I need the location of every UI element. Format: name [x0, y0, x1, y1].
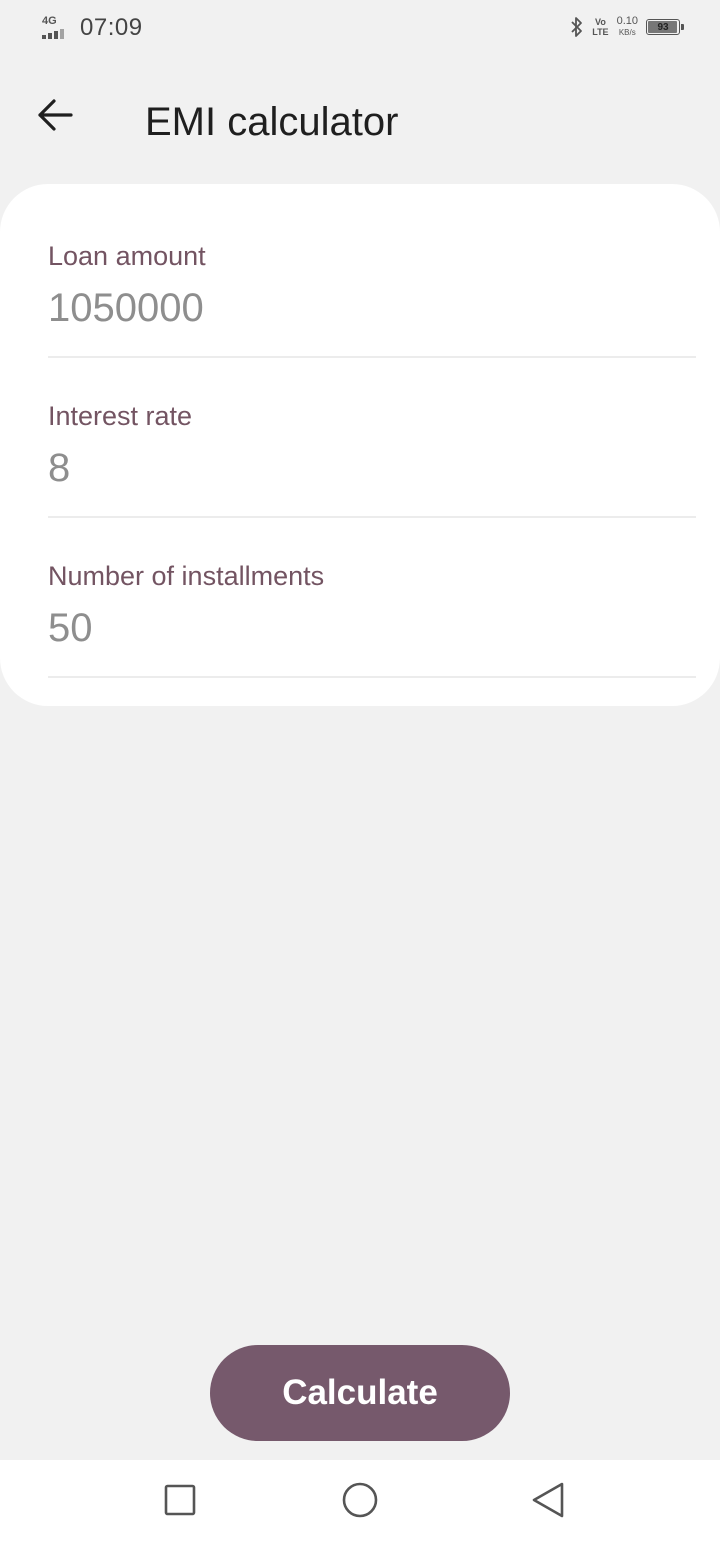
field-divider [48, 676, 696, 678]
battery-icon: 93 [646, 19, 684, 35]
data-speed-value: 0.10 [616, 15, 638, 27]
interest-rate-label: Interest rate [48, 401, 193, 431]
data-speed-unit: KB/s [618, 28, 636, 37]
signal-bars [42, 29, 64, 39]
loan-amount-label: Loan amount [48, 241, 206, 271]
installments-input[interactable] [48, 604, 696, 652]
back-triangle-icon [530, 1481, 566, 1524]
installments-label: Number of installments [48, 561, 325, 591]
field-divider [48, 356, 696, 358]
signal-bar [48, 33, 52, 39]
signal-bar [60, 29, 64, 39]
navigation-bar [0, 1460, 720, 1544]
signal-icon: 4G [42, 15, 74, 41]
recents-square-icon [164, 1484, 196, 1521]
app-bar: EMI calculator [0, 72, 720, 172]
emi-calculator-screen: 4G 07:09 Vo LTE 0.10 KB/s 93 EMI calcula… [0, 0, 720, 1544]
bluetooth-icon [570, 16, 584, 38]
page-title: EMI calculator [145, 100, 399, 144]
back-button[interactable] [24, 86, 86, 148]
loan-amount-input[interactable] [48, 284, 696, 332]
home-button[interactable] [338, 1480, 382, 1524]
signal-bar [42, 35, 46, 39]
volte-top: Vo [594, 17, 606, 27]
network-type: 4G [42, 15, 57, 27]
status-left: 4G 07:09 [42, 14, 143, 42]
status-time: 07:09 [80, 14, 143, 41]
signal-bar [54, 31, 58, 39]
calculate-button[interactable]: Calculate [210, 1345, 510, 1441]
back-nav-button[interactable] [526, 1480, 570, 1524]
form-card: Loan amount Interest rate Number of inst… [0, 184, 720, 706]
interest-rate-field: Interest rate [48, 400, 696, 518]
loan-amount-field: Loan amount [48, 240, 696, 358]
volte-icon: Vo LTE [592, 17, 608, 37]
arrow-left-icon [37, 98, 73, 136]
data-speed: 0.10 KB/s [617, 16, 638, 38]
recents-button[interactable] [158, 1480, 202, 1524]
status-right: Vo LTE 0.10 KB/s 93 [570, 16, 684, 38]
battery-level: 93 [657, 21, 669, 33]
installments-field: Number of installments [48, 560, 696, 678]
field-divider [48, 516, 696, 518]
home-circle-icon [342, 1482, 378, 1523]
status-bar: 4G 07:09 Vo LTE 0.10 KB/s 93 [0, 0, 720, 56]
interest-rate-input[interactable] [48, 444, 696, 492]
volte-bottom: LTE [592, 27, 609, 37]
